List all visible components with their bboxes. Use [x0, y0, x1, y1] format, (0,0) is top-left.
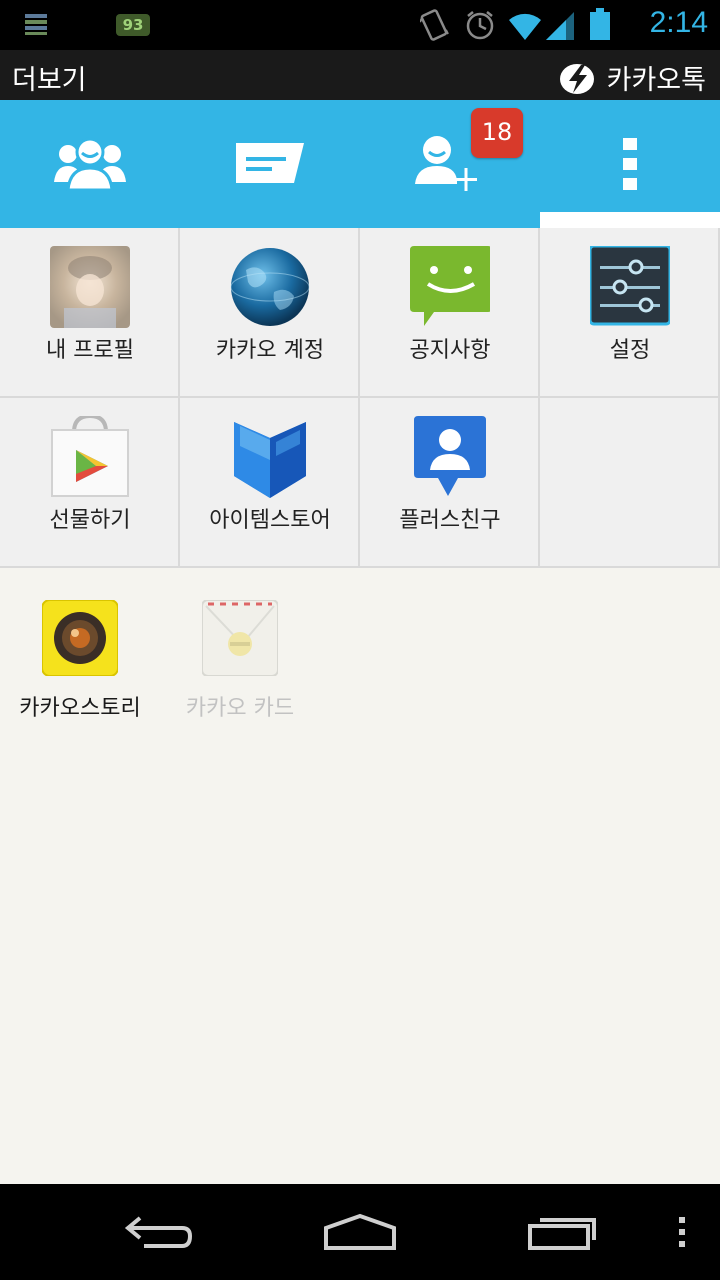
- brand-name: 카카오톡: [606, 65, 706, 96]
- add-friend-count-badge: 18: [471, 108, 523, 158]
- back-button[interactable]: [120, 1204, 200, 1260]
- app-label: 카카오스토리: [19, 696, 141, 721]
- signal-icon: [546, 12, 574, 40]
- battery-level-badge: 93: [116, 14, 150, 36]
- menu-label: 내 프로필: [46, 338, 134, 363]
- settings-sliders-icon: [590, 246, 670, 326]
- menu-settings[interactable]: 설정: [540, 228, 720, 398]
- book-store-icon: [234, 422, 306, 498]
- status-icons: [420, 8, 610, 41]
- menu-label: 설정: [609, 338, 651, 363]
- wifi-icon: [509, 13, 541, 40]
- menu-notices[interactable]: 공지사항: [360, 228, 540, 398]
- recents-button[interactable]: [520, 1204, 604, 1260]
- card-envelope-icon: [202, 600, 278, 676]
- overflow-menu-icon: [679, 1217, 685, 1247]
- storage-icon: [25, 14, 47, 35]
- menu-label: 선물하기: [49, 508, 131, 533]
- home-button[interactable]: [316, 1204, 404, 1260]
- menu-label: 플러스친구: [399, 508, 501, 533]
- alarm-icon: [466, 11, 494, 40]
- back-icon: [124, 1216, 193, 1248]
- menu-label: 카카오 계정: [215, 338, 325, 363]
- battery-icon: [590, 8, 610, 40]
- home-icon: [324, 1213, 396, 1250]
- app-kakao-story[interactable]: 카카오스토리: [0, 598, 160, 728]
- menu-kakao-account[interactable]: 카카오 계정: [180, 228, 360, 398]
- status-bar: 93 2:14: [0, 0, 720, 50]
- friends-icon: [54, 137, 126, 192]
- app-kakao-card[interactable]: 카카오 카드: [160, 598, 320, 728]
- title-bar: 더보기 카카오톡: [0, 50, 720, 100]
- app-label: 카카오 카드: [185, 696, 295, 721]
- notice-chat-icon: [410, 246, 490, 326]
- menu-item-store[interactable]: 아이템스토어: [180, 398, 360, 568]
- kakao-lightning-logo-icon: [559, 63, 594, 94]
- tab-friends[interactable]: [0, 100, 180, 228]
- vibrate-icon: [420, 9, 449, 41]
- profile-photo-icon: [50, 246, 130, 328]
- menu-plus-friend[interactable]: 플러스친구: [360, 398, 540, 568]
- recents-icon: [528, 1218, 596, 1250]
- play-store-bag-icon: [51, 416, 129, 497]
- more-menu-grid: 내 프로필 카카오 계정 공지사항 설정 선물하기 아이템스토어 플러스친구: [0, 228, 720, 568]
- tab-chats[interactable]: [180, 100, 360, 228]
- menu-my-profile[interactable]: 내 프로필: [0, 228, 180, 398]
- clock: 2:14: [649, 6, 708, 39]
- chats-icon: [236, 143, 304, 183]
- more-icon: [623, 138, 637, 190]
- navigation-bar: [0, 1184, 720, 1280]
- selected-tab-indicator: [540, 212, 720, 228]
- menu-label: 공지사항: [409, 338, 491, 363]
- menu-gifts[interactable]: 선물하기: [0, 398, 180, 568]
- brand: 카카오톡: [559, 58, 706, 97]
- page-title: 더보기: [12, 65, 87, 96]
- camera-lens-icon: [42, 600, 118, 676]
- plus-friend-icon: [414, 416, 486, 496]
- menu-label: 아이템스토어: [209, 508, 331, 533]
- tab-bar: [0, 100, 720, 228]
- tab-more[interactable]: [540, 100, 720, 228]
- menu-empty-cell: [540, 398, 720, 568]
- globe-icon: [230, 248, 310, 326]
- overflow-menu-button[interactable]: [664, 1204, 700, 1260]
